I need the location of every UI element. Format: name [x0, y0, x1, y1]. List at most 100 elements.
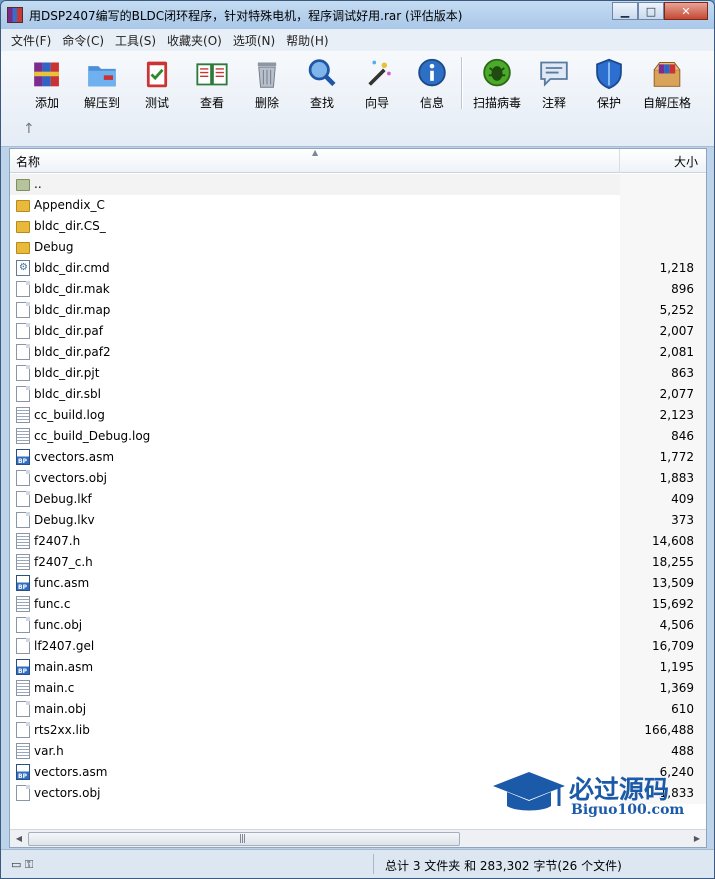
window-title: 用DSP2407编写的BLDC闭环程序，针对特殊电机，程序调试好用.rar (评…: [29, 9, 463, 23]
file-name: cvectors.asm: [34, 450, 115, 464]
file-row[interactable]: f2407_c.h 18,255: [10, 552, 706, 573]
menu-tools[interactable]: 工具(S): [109, 29, 161, 51]
file-row[interactable]: ..: [10, 174, 706, 195]
file-list: 名称 ▲ 大小 .. Appendix_C bldc_dir.CS_ Debug bld…: [9, 148, 707, 848]
file-size: 896: [671, 282, 694, 296]
file-size: 488: [671, 744, 694, 758]
file-row[interactable]: bldc_dir.CS_: [10, 216, 706, 237]
open-book-icon: [196, 63, 228, 86]
file-row[interactable]: func.obj 4,506: [10, 615, 706, 636]
extract-to-button[interactable]: 解压到: [74, 55, 130, 111]
menu-options[interactable]: 选项(N): [227, 29, 280, 51]
close-button[interactable]: ✕: [664, 2, 708, 20]
menu-favorites[interactable]: 收藏夹(O): [161, 29, 227, 51]
info-button[interactable]: 信息: [404, 55, 460, 111]
file-row[interactable]: main.obj 610: [10, 699, 706, 720]
column-name-header[interactable]: 名称 ▲: [10, 148, 620, 173]
file-row[interactable]: bldc_dir.pjt 863: [10, 363, 706, 384]
file-row[interactable]: Debug.lkf 409: [10, 489, 706, 510]
view-button[interactable]: 查看: [184, 55, 240, 111]
parent-folder-icon: [16, 179, 30, 191]
menu-file[interactable]: 文件(F): [5, 29, 56, 51]
horizontal-scrollbar[interactable]: ◀ ||| ▶: [10, 829, 706, 847]
books-add-icon: [34, 62, 59, 87]
drive-key-icon[interactable]: ▭ ⚿: [11, 858, 33, 872]
delete-label: 删除: [254, 96, 279, 110]
file-name: bldc_dir.pjt: [34, 366, 100, 380]
menu-commands[interactable]: 命令(C): [56, 29, 109, 51]
winrar-app-icon: [7, 7, 23, 23]
file-row[interactable]: bldc_dir.paf 2,007: [10, 321, 706, 342]
file-row[interactable]: bldc_dir.paf2 2,081: [10, 342, 706, 363]
file-name: func.c: [34, 597, 71, 611]
file-row[interactable]: cc_build_Debug.log 846: [10, 426, 706, 447]
sfx-box-icon: [653, 62, 681, 87]
sfx-label: 自解压格: [642, 96, 691, 110]
add-button[interactable]: 添加: [19, 55, 75, 111]
scroll-right-icon[interactable]: ▶: [690, 832, 704, 846]
comment-button[interactable]: 注释: [526, 55, 582, 111]
toolbar: 添加 解压到 测试 查看 删除 查找 向导 信息 扫描病毒 注释 保护 自解压格…: [1, 51, 714, 147]
toolbar-separator: [461, 57, 463, 109]
minimize-button[interactable]: ▁: [612, 2, 638, 20]
maximize-button[interactable]: □: [638, 2, 664, 20]
file-row[interactable]: bldc_dir.sbl 2,077: [10, 384, 706, 405]
sort-ascending-icon: ▲: [312, 148, 319, 157]
file-size: 2,081: [659, 345, 694, 359]
wizard-button[interactable]: 向导: [349, 55, 405, 111]
asm-file-icon: [16, 575, 30, 591]
virus-scan-icon: [483, 58, 511, 87]
delete-button[interactable]: 删除: [239, 55, 295, 111]
text-file-icon: [16, 680, 30, 696]
menu-help[interactable]: 帮助(H): [280, 29, 333, 51]
file-name: bldc_dir.CS_: [34, 219, 106, 233]
file-row[interactable]: main.c 1,369: [10, 678, 706, 699]
file-row[interactable]: cvectors.asm 1,772: [10, 447, 706, 468]
file-size: 1,772: [659, 450, 694, 464]
text-file-icon: [16, 554, 30, 570]
file-name: func.asm: [34, 576, 90, 590]
sfx-button[interactable]: 自解压格: [639, 55, 695, 111]
file-row[interactable]: Debug: [10, 237, 706, 258]
file-row[interactable]: var.h 488: [10, 741, 706, 762]
file-row[interactable]: bldc_dir.mak 896: [10, 279, 706, 300]
watermark: 必过源码 Biguo100.com: [491, 766, 711, 826]
file-row[interactable]: cvectors.obj 1,883: [10, 468, 706, 489]
column-size-label: 大小: [673, 155, 698, 169]
find-button[interactable]: 查找: [294, 55, 350, 111]
file-icon: [16, 491, 30, 507]
file-row[interactable]: func.asm 13,509: [10, 573, 706, 594]
title-bar[interactable]: 用DSP2407编写的BLDC闭环程序，针对特殊电机，程序调试好用.rar (评…: [1, 1, 714, 29]
file-size: 18,255: [652, 555, 694, 569]
file-row[interactable]: bldc_dir.map 5,252: [10, 300, 706, 321]
test-button[interactable]: 测试: [129, 55, 185, 111]
file-row[interactable]: Appendix_C: [10, 195, 706, 216]
column-size-header[interactable]: 大小: [620, 149, 706, 173]
file-row[interactable]: lf2407.gel 16,709: [10, 636, 706, 657]
column-header: 名称 ▲ 大小: [10, 148, 706, 173]
test-label: 测试: [144, 96, 169, 110]
file-name: lf2407.gel: [34, 639, 95, 653]
virus-scan-button[interactable]: 扫描病毒: [469, 55, 525, 111]
file-size: 409: [671, 492, 694, 506]
file-name: f2407_c.h: [34, 555, 93, 569]
protect-button[interactable]: 保护: [581, 55, 637, 111]
scroll-thumb[interactable]: |||: [28, 832, 460, 846]
file-name: vectors.obj: [34, 786, 101, 800]
file-row[interactable]: Debug.lkv 373: [10, 510, 706, 531]
file-size: 14,608: [652, 534, 694, 548]
file-name: cvectors.obj: [34, 471, 108, 485]
file-row[interactable]: cc_build.log 2,123: [10, 405, 706, 426]
winrar-window: 用DSP2407编写的BLDC闭环程序，针对特殊电机，程序调试好用.rar (评…: [0, 0, 715, 879]
up-one-level-icon[interactable]: ↑: [23, 121, 35, 137]
file-name: Appendix_C: [34, 198, 105, 212]
file-row[interactable]: bldc_dir.cmd 1,218: [10, 258, 706, 279]
file-row[interactable]: func.c 15,692: [10, 594, 706, 615]
file-rows: .. Appendix_C bldc_dir.CS_ Debug bldc_dir.cm…: [10, 174, 706, 804]
file-row[interactable]: f2407.h 14,608: [10, 531, 706, 552]
file-row[interactable]: rts2xx.lib 166,488: [10, 720, 706, 741]
file-row[interactable]: main.asm 1,195: [10, 657, 706, 678]
size-cell-bg: [620, 237, 706, 258]
file-name: bldc_dir.mak: [34, 282, 110, 296]
scroll-left-icon[interactable]: ◀: [12, 832, 26, 846]
